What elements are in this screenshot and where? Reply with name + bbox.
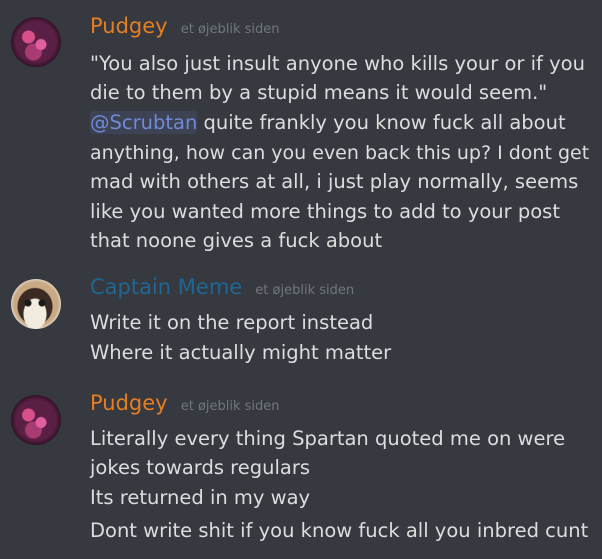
avatar[interactable] — [11, 279, 61, 329]
message-line: die to them by a stupid means it would s… — [90, 81, 547, 105]
timestamp: et øjeblik siden — [255, 283, 355, 298]
message-line: Where it actually might matter — [90, 341, 391, 365]
username[interactable]: Pudgey — [90, 391, 168, 415]
message-text: die to them by a stupid means it would s… — [90, 81, 548, 104]
message-text: "You also just insult anyone who kills y… — [90, 52, 585, 75]
message-text: mad with others at all, i just play norm… — [90, 170, 579, 193]
message-line: jokes towards regulars — [90, 456, 310, 480]
message-header: Pudgey et øjeblik siden — [90, 14, 280, 38]
username[interactable]: Pudgey — [90, 14, 168, 38]
message-text: that noone gives a fuck about — [90, 229, 383, 252]
message-line: mad with others at all, i just play norm… — [90, 170, 578, 194]
message-text: like you wanted more things to add to yo… — [90, 200, 560, 223]
message-line: Dont write shit if you know fuck all you… — [90, 519, 588, 543]
user-mention[interactable]: @Scrubtan — [90, 111, 198, 134]
avatar[interactable] — [11, 17, 61, 67]
message-text: Literally every thing Spartan quoted me … — [90, 427, 566, 450]
timestamp: et øjeblik siden — [180, 22, 280, 37]
message-header: Captain Meme et øjeblik siden — [90, 275, 354, 299]
timestamp: et øjeblik siden — [180, 399, 280, 414]
message-line: "You also just insult anyone who kills y… — [90, 52, 585, 76]
message-line: Its returned in my way — [90, 486, 310, 510]
message-text: Write it on the report instead — [90, 311, 374, 334]
message-text: Dont write shit if you know fuck all you… — [90, 519, 589, 542]
message-line: Write it on the report instead — [90, 311, 373, 335]
message-text: jokes towards regulars — [90, 456, 311, 479]
message-line: that noone gives a fuck about — [90, 229, 382, 253]
message-line: like you wanted more things to add to yo… — [90, 200, 560, 224]
message-text: Its returned in my way — [90, 486, 311, 509]
message-text: Where it actually might matter — [90, 341, 392, 364]
message-line: Literally every thing Spartan quoted me … — [90, 427, 565, 451]
message-line: anything, how can you even back this up?… — [90, 141, 589, 165]
message-text: quite frankly you know fuck all about — [197, 111, 566, 134]
message-text: anything, how can you even back this up?… — [90, 142, 590, 164]
username[interactable]: Captain Meme — [90, 275, 242, 299]
avatar[interactable] — [11, 395, 61, 445]
message-header: Pudgey et øjeblik siden — [90, 391, 280, 415]
message-line: @Scrubtan quite frankly you know fuck al… — [90, 111, 566, 135]
